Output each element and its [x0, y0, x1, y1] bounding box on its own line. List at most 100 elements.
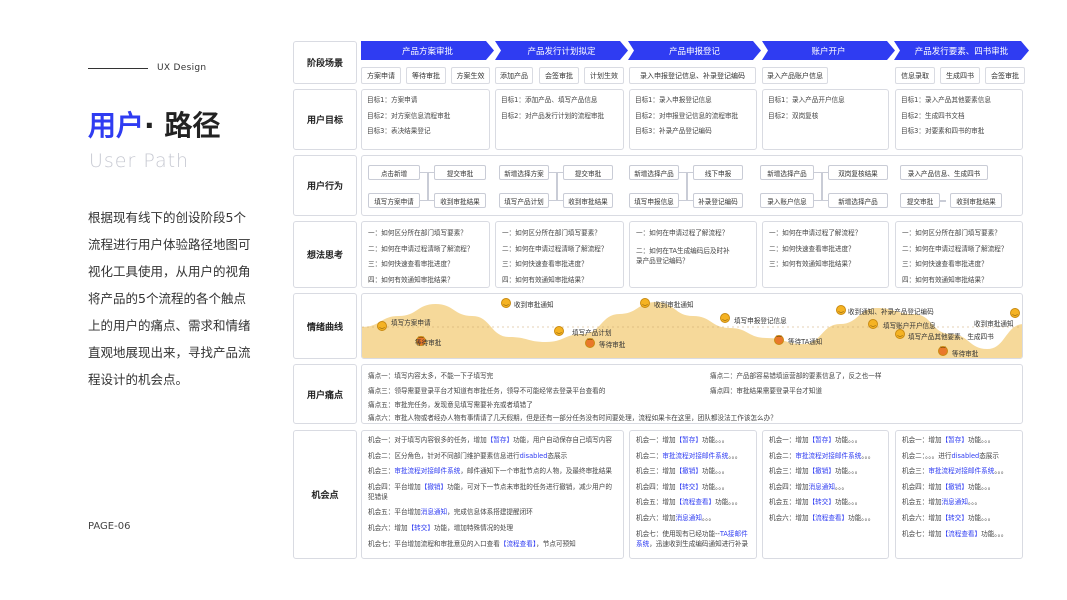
- opp-text: 功能。。。: [967, 482, 995, 491]
- stage-2: 产品发行计划拟定: [495, 41, 628, 60]
- opp-highlight: 【撤销】: [420, 482, 448, 491]
- opp-item: 机会一：增加【暂存】功能。。。: [636, 435, 750, 445]
- goal-cell-4: 目标1：录入产品开户信息 目标2：双岗复核: [762, 89, 889, 150]
- action-box: 录入账户信息: [760, 193, 814, 208]
- opp-text: ，节点可预知: [536, 539, 576, 548]
- action-box: 收到审批结果: [950, 193, 1002, 208]
- goal-cell-5: 目标1：录入产品其他要素信息 目标2：生成四书文档 目标3：对要素和四书的审批: [895, 89, 1023, 150]
- opp-highlight: 消息通知: [420, 508, 448, 517]
- opp-text: 机会一：增加: [636, 436, 676, 444]
- opp-cell-1: 机会一：对于填写内容很多的任务，增加【暂存】功能，用户自动保存自己填写内容 机会二…: [361, 430, 624, 559]
- think-item: 四：如何有效通知审批结果？: [502, 275, 588, 284]
- emotion-label: 填写账户开户信息: [883, 322, 936, 330]
- goal-cell-3: 目标1：录入申报登记信息 目标2：对申报登记信息的流程审批 目标3：补录产品登记…: [629, 89, 757, 150]
- opp-text: 功能。。。: [834, 498, 862, 507]
- opp-item: 机会一：增加【暂存】功能。。。: [902, 435, 1016, 445]
- opp-item: 机会二：审批流程对接邮件系统。。。: [636, 451, 750, 461]
- title-highlight: 用户: [88, 109, 145, 142]
- stage-tag: 计划生效: [584, 67, 624, 84]
- opp-text: 。。。: [967, 498, 982, 507]
- opp-item: 机会六：增加消息通知。。。: [636, 513, 750, 523]
- opp-item: 机会三：增加【撤销】功能。。。: [769, 466, 882, 476]
- page-number: PAGE-06: [88, 521, 131, 532]
- action-box: 新增选择产品: [828, 193, 888, 208]
- think-cell-4: 一：如何在申请过程了解流程？ 二：如何快速查看审批进度？ 三：如何有效通知审批结…: [762, 221, 889, 288]
- emotion-label: 填写申报登记信息: [734, 317, 787, 325]
- opp-item: 机会五：平台增加消息通知，完成信息体系搭建提醒闭环: [368, 507, 617, 517]
- think-item: 三：如何快速查看审批进度？: [368, 260, 454, 268]
- opp-highlight: 【撤销】: [675, 467, 702, 476]
- smile-face-icon: ‿: [895, 329, 905, 339]
- goal-item: 目标3：表决结果登记: [367, 127, 431, 135]
- opp-highlight: 【暂存】: [941, 436, 968, 444]
- action-box: 收到审批结果: [563, 193, 613, 208]
- opp-text: 功能。。。: [981, 529, 1008, 538]
- opp-text: 机会二：。。。进行: [902, 451, 952, 460]
- opp-highlight: 【暂存】: [675, 436, 702, 444]
- sad-face-icon: ︶: [774, 335, 784, 345]
- opp-text: 机会三：: [902, 467, 929, 476]
- smile-face-icon: ‿: [501, 298, 511, 308]
- opp-item: 机会六：增加【转交】功能，增加特殊情况的处理: [368, 523, 617, 533]
- think-item: 二：如何在TA生成编码后及时补录产品登记编码？: [636, 246, 730, 265]
- action-box: 双岗复核结果: [828, 165, 888, 180]
- connector: [420, 172, 428, 201]
- goal-cell-1: 目标1：方案申请 目标2：对方案信息流程审批 目标3：表决结果登记: [361, 89, 490, 150]
- opp-item: 机会四：增加消息通知。。。: [769, 482, 882, 492]
- row-label-goal: 用户目标: [293, 89, 357, 150]
- opp-item: 机会一：增加【暂存】功能。。。: [769, 435, 882, 445]
- opp-highlight: 【流程查看】: [808, 513, 849, 522]
- sad-face-icon: ︶: [938, 346, 948, 356]
- opp-text: 功能。。。: [967, 436, 995, 444]
- pain-item: 痛点三：领导需要登录平台才知道有审批任务，领导不可能经常去登录平台查看的: [368, 387, 606, 395]
- stage-tag: 会签审批: [985, 67, 1025, 84]
- smile-face-icon: ‿: [377, 321, 387, 331]
- opp-item: 机会五：增加【转交】功能。。。: [769, 497, 882, 507]
- opp-text: 态展示: [547, 451, 568, 460]
- stage-tag: 生成四书: [940, 67, 980, 84]
- opp-highlight: 【流程查看】: [675, 498, 716, 507]
- opp-text: ，完成信息体系搭建提醒闭环: [447, 508, 533, 517]
- opp-text: 功能。。。: [834, 436, 862, 444]
- opp-item: 机会四：增加【转交】功能。。。: [636, 482, 750, 492]
- row-label-action: 用户行为: [293, 155, 357, 216]
- action-box: 新增选择产品: [760, 165, 814, 180]
- opp-text: 机会一：增加: [769, 436, 809, 444]
- stage-tag: 录入产品账户信息: [762, 67, 828, 84]
- opp-item: 机会五：增加【流程查看】功能。。。: [636, 497, 750, 507]
- think-item: 一：如何区分所在部门填写要素？: [902, 229, 1001, 237]
- pain-panel: 痛点一：填写内容太多，不能一下子填写完 痛点二：产品部容易错填运营部的要素信息了…: [361, 364, 1023, 424]
- opp-cell-2: 机会一：增加【暂存】功能。。。 机会二：审批流程对接邮件系统。。。 机会三：增加【撤…: [629, 430, 757, 559]
- opp-text: 机会一：对于填写内容很多的任务，增加: [368, 436, 487, 444]
- opp-text: 。。。: [861, 451, 875, 460]
- opp-highlight: 审批流程对接邮件系统: [394, 467, 461, 476]
- think-item: 一：如何在申请过程了解流程？: [636, 229, 729, 237]
- opp-text: 机会六：增加: [902, 513, 942, 522]
- opp-text: 机会五：平台增加: [368, 508, 421, 517]
- smile-face-icon: ‿: [720, 313, 730, 323]
- opp-item: 机会一：对于填写内容很多的任务，增加【暂存】功能，用户自动保存自己填写内容: [368, 435, 617, 445]
- action-box: 填写产品计划: [499, 193, 549, 208]
- opp-text: 机会三：: [368, 467, 395, 476]
- opp-text: 功能。。。: [701, 482, 729, 491]
- opp-item: 机会三：增加【撤销】功能。。。: [636, 466, 750, 476]
- opp-text: 机会七：平台增加流程和审批意见的入口查看: [368, 539, 500, 548]
- action-box: 补录登记编码: [693, 193, 743, 208]
- think-cell-3: 一：如何在申请过程了解流程？ 二：如何在TA生成编码后及时补录产品登记编码？: [629, 221, 757, 288]
- smile-face-icon: ‿: [868, 319, 878, 329]
- opp-highlight: 【暂存】: [486, 436, 514, 444]
- opp-text: 机会七：使用现有已经功能--: [636, 529, 720, 538]
- stage-4: 账户开户: [762, 41, 895, 60]
- opp-highlight: disabled: [951, 451, 980, 460]
- pain-item: 痛点六：审批人物或者经办人物有事情请了几天假期，但是还有一部分任务没有时间要处理…: [368, 414, 777, 422]
- connector: [557, 172, 563, 201]
- ux-label: UX Design: [157, 63, 207, 73]
- sad-face-icon: ︶: [585, 338, 595, 348]
- think-cell-1: 一：如何区分所在部门填写要素？ 二：如何在申请过程清晰了解流程？ 三：如何快速查…: [361, 221, 490, 288]
- opp-text: 机会六：增加: [636, 513, 676, 522]
- smile-face-icon: ‿: [836, 305, 846, 315]
- opp-cell-3: 机会一：增加【暂存】功能。。。 机会二：审批流程对接邮件系统。。。 机会三：增加【撤…: [762, 430, 889, 559]
- stage-3: 产品申报登记: [628, 41, 761, 60]
- stage-tag: 等待审批: [406, 67, 446, 84]
- opp-item: 机会四：平台增加【撤销】功能，可对下一节点未审批的任务进行撤销，减少用户的犯错误: [368, 482, 617, 502]
